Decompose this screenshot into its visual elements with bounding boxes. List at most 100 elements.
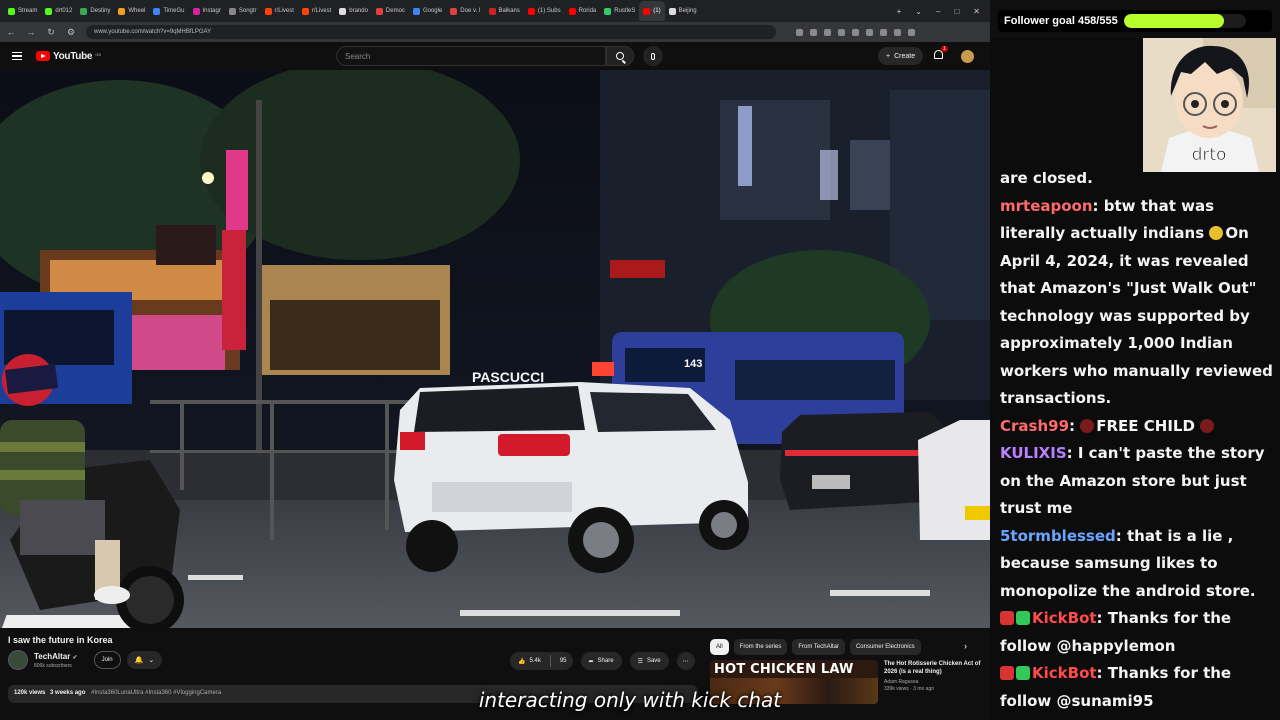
tab-label: (1) Subs (537, 8, 561, 14)
tab-favicon-icon (118, 7, 126, 15)
browser-tab[interactable]: Doe v. I (446, 1, 484, 21)
youtube-logo[interactable]: YouTube GB (36, 51, 101, 62)
tab-search-icon[interactable]: ⌄ (915, 7, 922, 16)
tab-favicon-icon (228, 7, 236, 15)
browser-tab[interactable]: Rorida (565, 1, 601, 21)
save-button[interactable]: ☰ Save (629, 652, 669, 670)
browser-tab[interactable]: Beijing (665, 1, 701, 21)
browser-tab[interactable]: TimeGu (149, 1, 188, 21)
browser-tab[interactable]: Stream (4, 1, 41, 21)
close-icon[interactable]: ✕ (973, 7, 980, 16)
like-count[interactable]: 5.4k (529, 658, 540, 664)
browser-tab[interactable]: r/Livest (261, 1, 298, 21)
url-field[interactable]: www.youtube.com/watch?v=9qMHBfLPGAY (86, 25, 776, 39)
join-button[interactable]: Join (93, 651, 121, 669)
create-label: Create (894, 52, 916, 60)
filter-chip[interactable]: From TechAltar (792, 639, 845, 655)
minimize-icon[interactable]: – (936, 7, 940, 16)
goal-progress-track (1123, 14, 1246, 28)
browser-tab[interactable]: (1) (639, 1, 665, 21)
subscribed-button[interactable]: 🔔 ⌄ (126, 651, 163, 669)
bookmark-star-icon[interactable] (824, 28, 831, 36)
filter-chip[interactable]: All (710, 639, 729, 655)
chat-username[interactable]: mrteapoon (1000, 197, 1093, 215)
create-button[interactable]: + Create (878, 47, 924, 65)
related-title[interactable]: The Hot Rotisserie Chicken Act of 2026 (… (884, 660, 988, 676)
tab-label: (1) (653, 8, 661, 14)
streamer-webcam: drto (1143, 38, 1276, 172)
video-frame: PASCUCCI 143 (0, 70, 990, 628)
comment-count[interactable]: 95 (560, 658, 567, 664)
browser-tab[interactable]: Balkans (485, 1, 524, 21)
youtube-wordmark: YouTube (53, 50, 93, 62)
forward-icon[interactable]: → (26, 27, 36, 37)
browser-tab[interactable]: Destiny (76, 1, 114, 21)
search-button[interactable] (606, 46, 634, 66)
browser-tab[interactable]: Instagr (189, 1, 225, 21)
related-filter-chips: All From the series From TechAltar Consumer… (710, 639, 921, 655)
extension-icon[interactable] (852, 28, 859, 36)
extension-icon[interactable] (796, 28, 803, 36)
tab-favicon-icon (339, 7, 347, 15)
video-player[interactable]: PASCUCCI 143 (0, 70, 990, 628)
new-tab-icon[interactable]: + (897, 7, 902, 16)
chat-username[interactable]: 5tormblessed (1000, 527, 1116, 545)
tab-favicon-icon (264, 7, 272, 15)
extension-icons (796, 28, 915, 36)
check-emote-icon (1016, 611, 1030, 625)
channel-name[interactable]: TechAltar ✔ (34, 652, 78, 661)
browser-tab[interactable]: Wheel (114, 1, 149, 21)
browser-tab[interactable]: Democ (372, 1, 409, 21)
browser-tab[interactable]: drt012 (41, 1, 76, 21)
more-actions-button[interactable]: ⋯ (676, 652, 695, 670)
browser-tab[interactable]: r/Livest (298, 1, 335, 21)
plus-icon: + (886, 52, 891, 60)
tab-favicon-icon (568, 7, 576, 15)
filter-chip[interactable]: From the series (733, 639, 788, 655)
channel-avatar[interactable] (8, 650, 28, 670)
browser-tab[interactable]: Songtr (225, 1, 261, 21)
related-channel[interactable]: Adam Ragusea (884, 679, 988, 685)
tab-label: RustleS (614, 8, 636, 14)
tab-favicon-icon (604, 7, 612, 15)
tab-label: Songtr (238, 8, 257, 14)
browser-tab[interactable]: brando (335, 1, 372, 21)
chat-username[interactable]: KULIXIS (1000, 444, 1067, 462)
browser-tab[interactable]: (1) Subs (524, 1, 565, 21)
notification-badge: 1 (941, 46, 948, 52)
account-avatar[interactable] (961, 50, 974, 63)
maximize-icon[interactable]: □ (954, 7, 959, 16)
star-emote-icon (1000, 666, 1014, 680)
thumbs-up-icon[interactable]: 👍 (518, 658, 525, 665)
like-dislike-group: 👍 5.4k 95 (510, 652, 573, 670)
chevron-down-icon: ⌄ (148, 657, 155, 664)
chat-username[interactable]: KickBot (1032, 609, 1097, 627)
download-icon[interactable] (894, 28, 901, 36)
dot-emote-icon (1200, 418, 1215, 433)
site-info-icon[interactable]: ⚙ (66, 27, 76, 38)
chat-message: Crash99: FREE CHILD (1000, 413, 1275, 441)
chat-username[interactable]: KickBot (1032, 664, 1097, 682)
window-controls: + ⌄ – □ ✕ (897, 7, 990, 16)
browser-tab[interactable]: Google (409, 1, 446, 21)
voice-search-button[interactable] (643, 46, 663, 66)
menu-icon[interactable] (908, 28, 915, 36)
reload-icon[interactable]: ↻ (46, 27, 56, 38)
browser-tab[interactable]: RustleS (600, 1, 639, 21)
chat-top-fill (990, 38, 1143, 172)
notifications-button[interactable]: 1 (934, 46, 948, 62)
video-title: I saw the future in Korea (8, 635, 113, 645)
extension-icon[interactable] (838, 28, 845, 36)
search-input[interactable]: Search (336, 46, 606, 66)
chat-username[interactable]: Crash99 (1000, 417, 1069, 435)
extension-icon[interactable] (810, 28, 817, 36)
share-button[interactable]: ➦ Share (580, 652, 622, 670)
chevron-right-icon[interactable]: › (964, 641, 967, 651)
video-actions: 👍 5.4k 95 ➦ Share ☰ Save ⋯ (510, 652, 695, 670)
chat-message-list: are closed. mrteapoon: btw that was liter… (1000, 168, 1275, 715)
extension-icon[interactable] (866, 28, 873, 36)
extension-icon[interactable] (880, 28, 887, 36)
hamburger-menu-icon[interactable] (12, 52, 22, 60)
filter-chip[interactable]: Consumer Electronics (849, 639, 921, 655)
back-icon[interactable]: ← (6, 27, 16, 37)
